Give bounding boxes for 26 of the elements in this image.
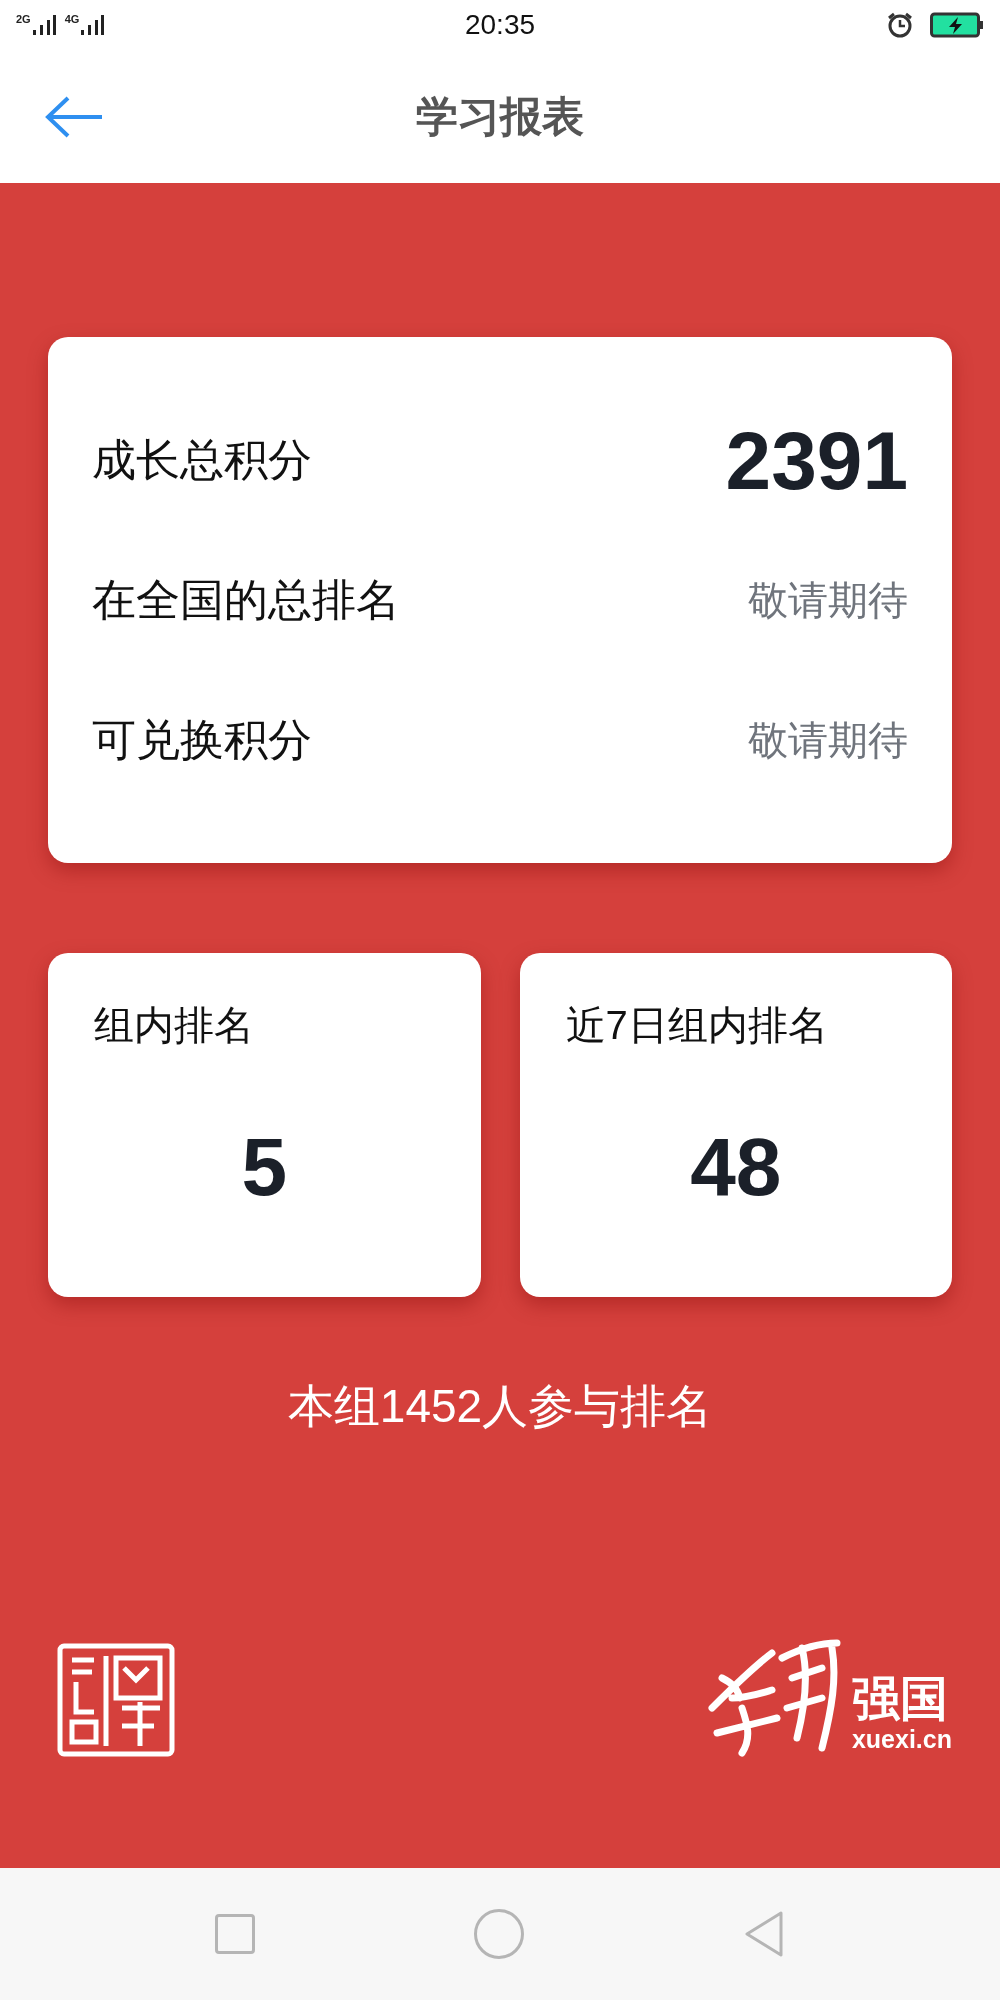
back-arrow-icon — [44, 94, 104, 139]
signal-icon — [79, 14, 106, 36]
logo-wordmark: 强国 — [851, 1675, 948, 1723]
summary-value: 敬请期待 — [748, 717, 908, 764]
logo-domain: xuexi.cn — [851, 1727, 952, 1752]
signal-icon — [30, 14, 57, 36]
seal-stamp-icon — [56, 1642, 176, 1758]
rank-value: 5 — [241, 1120, 288, 1214]
home-button[interactable] — [474, 1909, 524, 1959]
alarm-icon — [886, 11, 914, 39]
summary-label: 成长总积分 — [92, 434, 312, 486]
status-time: 20:35 — [464, 8, 536, 42]
score-value: 2391 — [725, 413, 908, 508]
network-label: 2G — [16, 14, 31, 25]
page-title: 学习报表 — [416, 92, 584, 142]
rank-label: 近7日组内排名 — [565, 1002, 829, 1049]
participants-text: 本组1452人参与排名 — [287, 1379, 713, 1434]
triangle-back-icon — [743, 1910, 785, 1958]
summary-value: 敬请期待 — [748, 577, 908, 624]
summary-label: 在全国的总排名 — [92, 574, 400, 626]
summary-label: 可兑换积分 — [92, 714, 312, 766]
rank-label: 组内排名 — [94, 1002, 255, 1049]
back-nav-button[interactable] — [743, 1910, 785, 1958]
recent-apps-button[interactable] — [215, 1914, 255, 1954]
rank-value: 48 — [690, 1120, 782, 1214]
network-label: 4G — [64, 14, 80, 25]
